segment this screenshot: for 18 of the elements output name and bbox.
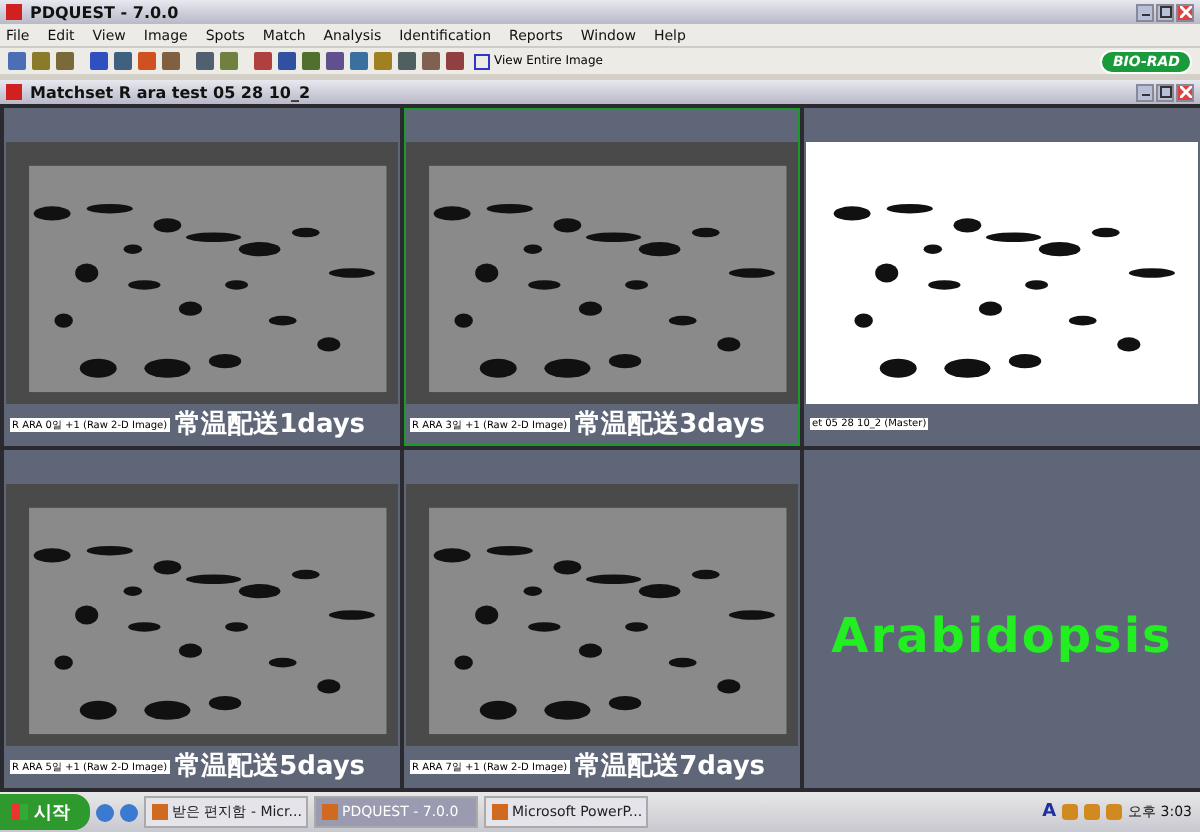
close-icon[interactable] — [1176, 83, 1194, 101]
restore-icon[interactable] — [1156, 83, 1174, 101]
close-icon[interactable] — [1176, 3, 1194, 21]
caption: 常温配送7days — [575, 750, 766, 784]
start-button[interactable]: 시작 — [0, 794, 90, 830]
minimize-icon[interactable] — [1136, 3, 1154, 21]
species-label: Arabidopsis — [831, 607, 1173, 663]
language-indicator[interactable]: A — [1042, 802, 1057, 822]
window-title: PDQUEST - 7.0.0 — [30, 3, 179, 21]
image-panel[interactable]: Arabidopsis — [804, 450, 1200, 788]
caption: 常温配送3days — [575, 408, 766, 442]
caption: 常温配送5days — [175, 750, 366, 784]
document-title: Matchset R ara test 05 28 10_2 — [30, 83, 311, 101]
document-icon — [6, 84, 22, 100]
caption: 常温配送1days — [175, 408, 366, 442]
restore-icon[interactable] — [1156, 3, 1174, 21]
minimize-icon[interactable] — [1136, 83, 1154, 101]
app-icon — [6, 4, 22, 20]
